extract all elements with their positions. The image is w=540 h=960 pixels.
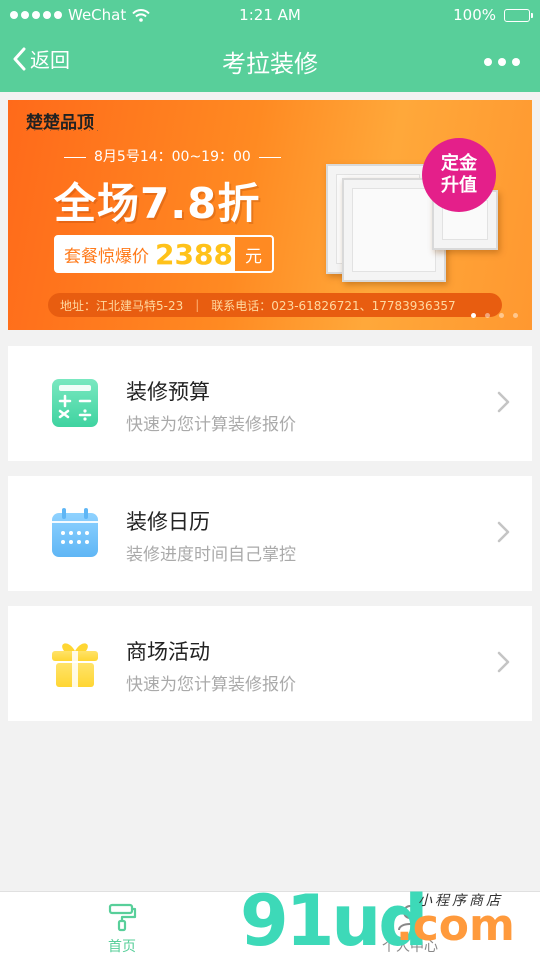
banner-contact: 地址：江北建马特5-23 | 联系电话：023-61826721、1778393… [48, 293, 502, 317]
list-item-calendar[interactable]: 装修日历 装修进度时间自己掌控 [8, 476, 532, 591]
pager-dot[interactable] [499, 313, 504, 318]
tab-label: 首页 [108, 939, 136, 955]
pager-dot[interactable] [471, 313, 476, 318]
badge-line1: 定金 [441, 153, 477, 174]
chevron-right-icon [497, 521, 510, 543]
page-title: 考拉装修 [222, 50, 318, 78]
battery-label: 100% [453, 6, 496, 24]
top-bar: WeChat 1:21 AM 100% 返回 考拉装修 [0, 0, 540, 92]
banner-separator: | [195, 298, 200, 312]
deposit-badge: 定金 升值 [422, 138, 496, 212]
more-menu-button[interactable] [484, 58, 520, 66]
item-subtitle: 快速为您计算装修报价 [126, 415, 296, 435]
banner-sale: 全场7.8折 [54, 179, 261, 228]
gift-icon [52, 643, 98, 687]
banner-phone: 联系电话：023-61826721、17783936357 [211, 298, 456, 313]
calendar-icon [52, 508, 98, 557]
pager-dot[interactable] [485, 313, 490, 318]
banner-brand-subline: · · · · · · · · · · [26, 128, 101, 135]
battery-icon [504, 8, 533, 22]
item-title: 商场活动 [126, 640, 210, 664]
banner-pager [471, 313, 518, 318]
chevron-right-icon [497, 391, 510, 413]
banner-package: 套餐惊爆价 2388 元 [54, 235, 274, 273]
banner-address: 地址：江北建马特5-23 [60, 298, 184, 313]
nav-bar: 返回 考拉装修 [0, 30, 540, 92]
tab-label: 个人中心 [382, 939, 438, 955]
list-item-budget[interactable]: 装修预算 快速为您计算装修报价 [8, 346, 532, 461]
promo-banner[interactable]: 楚楚品顶 · · · · · · · · · · 8月5号14：00~19：00… [8, 100, 532, 330]
tab-home[interactable]: 首页 [62, 902, 182, 956]
status-right: 100% [453, 6, 533, 24]
tab-profile[interactable]: 个人中心 [350, 902, 470, 956]
item-subtitle: 装修进度时间自己掌控 [126, 545, 296, 565]
status-bar: WeChat 1:21 AM 100% [0, 0, 540, 30]
banner-package-label: 套餐惊爆价 [56, 241, 153, 267]
badge-line2: 升值 [441, 175, 477, 196]
item-title: 装修预算 [126, 380, 210, 404]
banner-date: 8月5号14：00~19：00 [56, 146, 289, 166]
chevron-right-icon [497, 651, 510, 673]
tab-bar: 首页 个人中心 [0, 891, 540, 960]
pager-dot[interactable] [513, 313, 518, 318]
calculator-icon [52, 379, 98, 427]
item-subtitle: 快速为您计算装修报价 [126, 675, 296, 695]
paint-roller-icon [108, 903, 137, 932]
banner-package-unit: 元 [234, 237, 272, 271]
list-item-mall-events[interactable]: 商场活动 快速为您计算装修报价 [8, 606, 532, 721]
item-title: 装修日历 [126, 510, 210, 534]
banner-package-price: 2388 [153, 237, 235, 271]
user-icon [398, 905, 422, 931]
